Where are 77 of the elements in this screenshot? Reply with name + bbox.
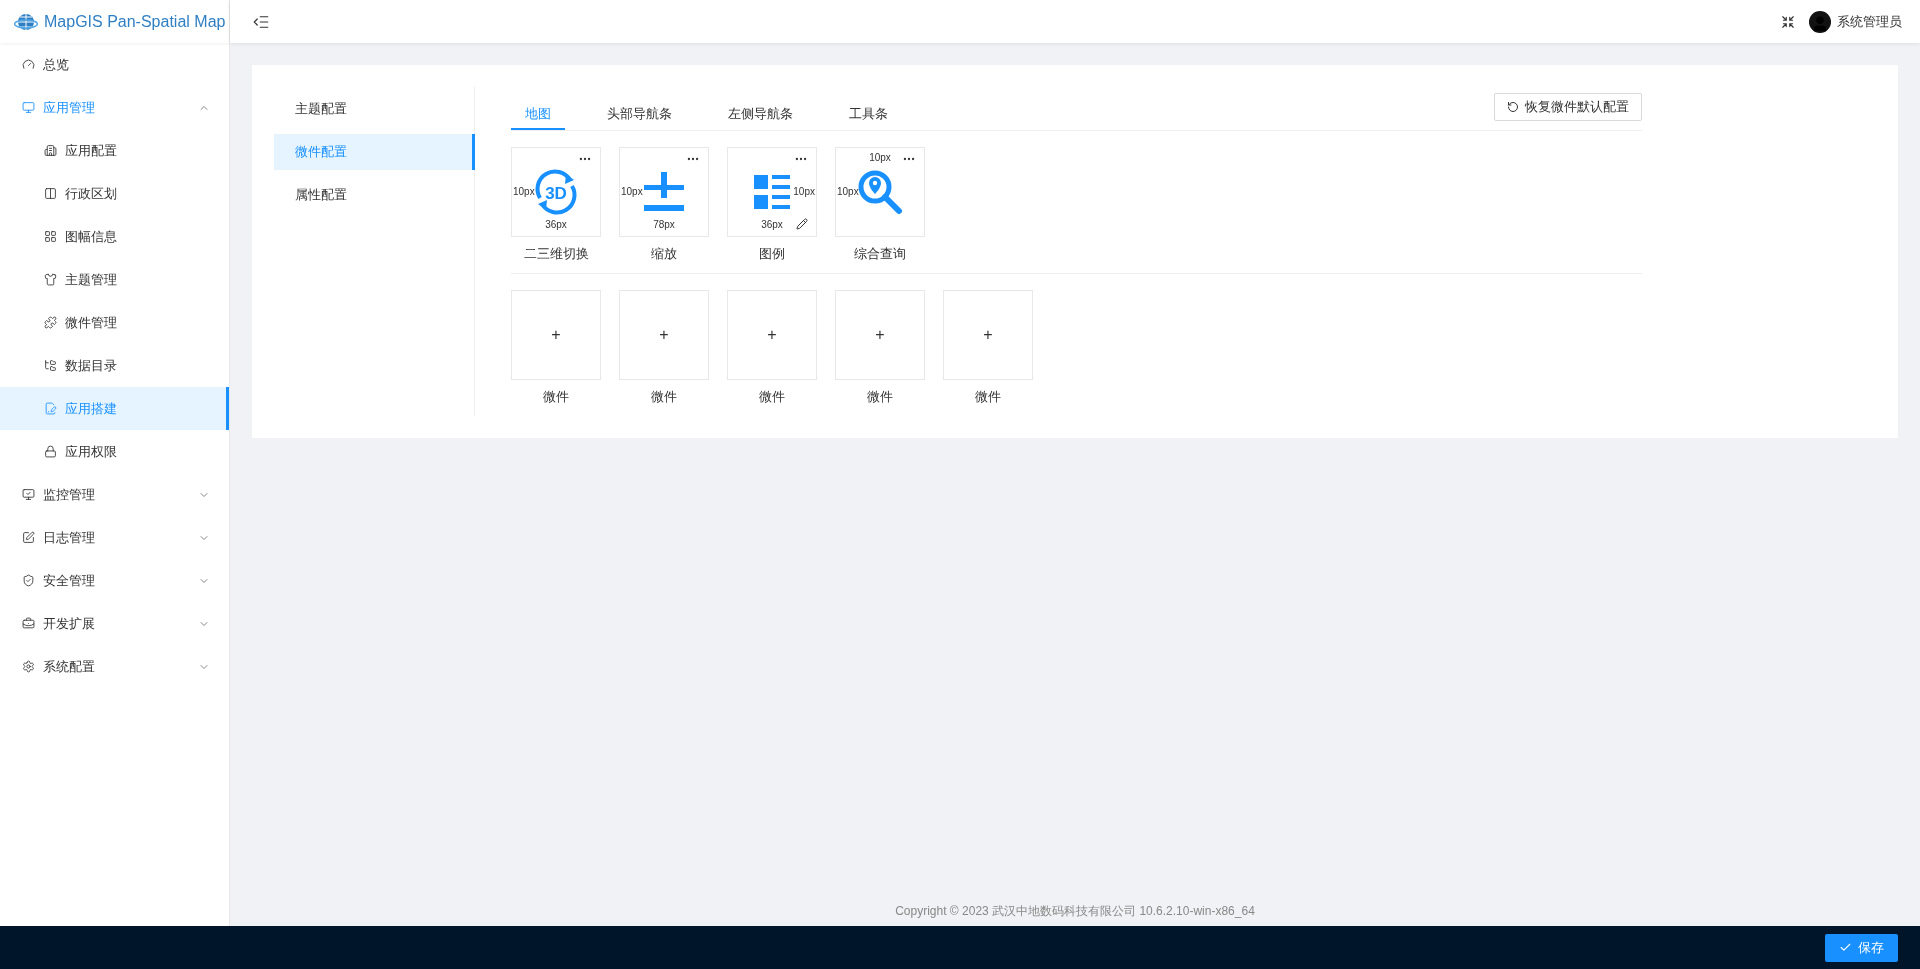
app-title: MapGIS Pan-Spatial Map — [44, 12, 226, 31]
add-widget-tile[interactable]: + — [511, 290, 601, 380]
plus-sign: + — [983, 326, 993, 344]
sidebar-subitem[interactable]: 主题管理 — [0, 258, 229, 301]
margin-label: 10px — [837, 187, 859, 197]
menu-item-icon — [44, 316, 57, 329]
fullscreen-icon[interactable] — [1781, 14, 1795, 29]
config-menu-item[interactable]: 属性配置 — [274, 177, 474, 213]
add-widget-tile[interactable]: + — [835, 290, 925, 380]
sidebar-subitem[interactable]: 应用配置 — [0, 129, 229, 172]
sidebar-item[interactable]: 日志管理 — [0, 516, 229, 559]
menu-item-icon — [22, 58, 35, 71]
margin-label: 10px — [513, 187, 535, 197]
legend-icon — [754, 174, 790, 210]
plus-sign: + — [659, 326, 669, 344]
sidebar-subitem[interactable]: 图幅信息 — [0, 215, 229, 258]
menu-item-icon — [22, 660, 35, 673]
widget-label: 缩放 — [651, 245, 677, 263]
check-icon — [1839, 941, 1852, 954]
sidebar-item[interactable]: 安全管理 — [0, 559, 229, 602]
margin-label: 10px — [793, 187, 815, 197]
widget-tile[interactable]: 10px 3D 36px — [511, 147, 601, 237]
menu-item-icon — [44, 273, 57, 286]
sidebar-item[interactable]: 总览 — [0, 43, 229, 86]
sidebar-item[interactable]: 开发扩展 — [0, 602, 229, 645]
globe-logo-icon — [14, 11, 38, 32]
margin-label: 36px — [545, 220, 567, 230]
copyright-text: Copyright © 2023 武汉中地数码科技有限公司 10.6.2.10-win-x86_64 — [895, 904, 1255, 918]
tab[interactable]: 工具条 — [835, 99, 902, 130]
widget-label: 微件 — [651, 388, 677, 406]
reset-icon — [1507, 101, 1519, 113]
widget-label: 微件 — [975, 388, 1001, 406]
menu-item-icon — [44, 187, 57, 200]
widget-tile[interactable]: 10px 78px — [619, 147, 709, 237]
margin-label: 36px — [761, 220, 783, 230]
menu-item-icon — [22, 488, 35, 501]
menu-item-icon — [22, 574, 35, 587]
sidebar-subitem[interactable]: 数据目录 — [0, 344, 229, 387]
restore-default-button[interactable]: 恢复微件默认配置 — [1494, 93, 1642, 121]
widget-label: 二三维切换 — [523, 245, 589, 263]
add-widget-tile[interactable]: + — [943, 290, 1033, 380]
plus-sign: + — [767, 326, 777, 344]
sidebar-item[interactable]: 监控管理 — [0, 473, 229, 516]
widget-label: 微件 — [759, 388, 785, 406]
widget-label: 综合查询 — [854, 245, 906, 263]
widget-label: 微件 — [543, 388, 569, 406]
menu-item-icon — [44, 230, 57, 243]
menu-item-icon — [22, 101, 35, 114]
widget-label: 微件 — [867, 388, 893, 406]
sidebar-subitem[interactable]: 行政区划 — [0, 172, 229, 215]
menu-item-icon — [44, 445, 57, 458]
widget-tile[interactable]: 10px 36px — [727, 147, 817, 237]
widget-tile[interactable]: 10px 10px — [835, 147, 925, 237]
widget-label: 图例 — [759, 245, 785, 263]
plus-sign: + — [875, 326, 885, 344]
margin-label: 78px — [653, 220, 675, 230]
margin-label: 10px — [621, 187, 643, 197]
tab[interactable]: 头部导航条 — [593, 99, 686, 130]
user-name[interactable]: 系统管理员 — [1837, 12, 1902, 31]
sidebar-item[interactable]: 系统配置 — [0, 645, 229, 688]
sidebar-subitem[interactable]: 微件管理 — [0, 301, 229, 344]
zoom-icon — [644, 172, 684, 212]
add-widget-tile[interactable]: + — [727, 290, 817, 380]
menu-item-icon — [22, 617, 35, 630]
plus-sign: + — [551, 326, 561, 344]
config-menu-item[interactable]: 主题配置 — [274, 91, 474, 127]
sidebar-subitem[interactable]: 应用权限 — [0, 430, 229, 473]
menu-item-icon — [44, 359, 57, 372]
add-widget-tile[interactable]: + — [619, 290, 709, 380]
margin-label: 10px — [869, 153, 891, 163]
location-search-icon — [857, 169, 903, 215]
edit-icon[interactable] — [796, 218, 808, 230]
user-avatar[interactable] — [1809, 10, 1831, 33]
menu-item-icon — [44, 144, 57, 157]
menu-item-icon — [44, 402, 57, 415]
tab[interactable]: 左侧导航条 — [714, 99, 807, 130]
menu-item-icon — [22, 531, 35, 544]
